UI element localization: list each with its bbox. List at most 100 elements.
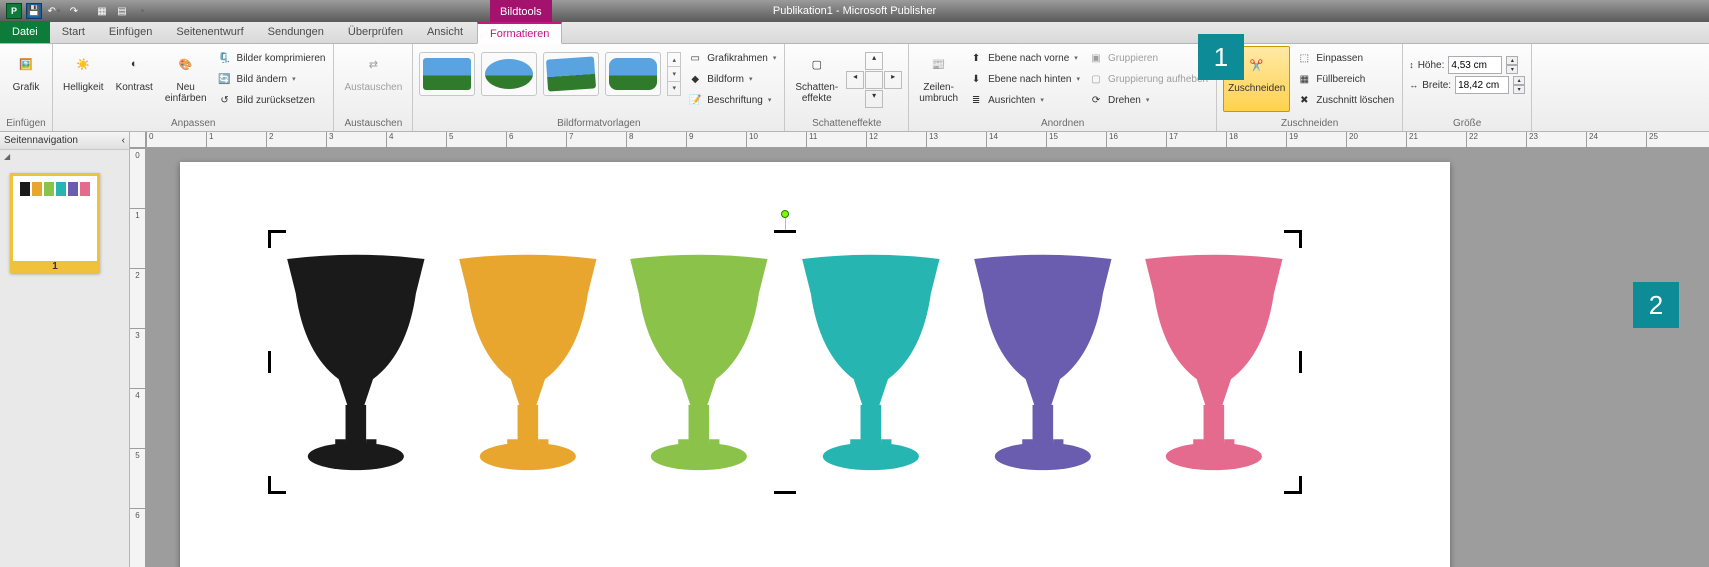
group-insert: 🖼️ Grafik Einfügen: [0, 44, 53, 131]
crop-handle-t[interactable]: [774, 230, 796, 233]
swap-icon: ⇄: [357, 48, 389, 80]
crop-handle-bl[interactable]: [268, 476, 286, 494]
callout-1: 1: [1198, 34, 1244, 80]
tab-file[interactable]: Datei: [0, 21, 50, 43]
group-styles-label: Bildformatvorlagen: [419, 118, 778, 131]
undo-button[interactable]: ↶▾: [46, 3, 62, 19]
nav-collapse-button[interactable]: ‹: [122, 135, 125, 146]
bring-forward-button[interactable]: ⬆ Ebene nach vorne▾: [966, 48, 1082, 68]
swap-button: ⇄ Austauschen: [340, 46, 406, 112]
bring-forward-label: Ebene nach vorne: [988, 53, 1069, 64]
brightness-button[interactable]: ☀️ Helligkeit: [59, 46, 108, 112]
ruler-vertical: 01234567: [130, 148, 146, 567]
height-spin[interactable]: ▴▾: [1506, 56, 1518, 74]
border-label: Grafikrahmen: [707, 53, 768, 64]
brightness-label: Helligkeit: [63, 82, 104, 93]
page-thumbnail-1[interactable]: 1: [10, 173, 100, 273]
qat-customize[interactable]: ▾: [134, 3, 150, 19]
group-size-label: Größe: [1409, 118, 1525, 131]
picture-caption-button[interactable]: 📝 Beschriftung▾: [685, 90, 778, 110]
wrap-label: Zeilen- umbruch: [919, 82, 958, 104]
contextual-tools-label: Bildtools: [490, 0, 552, 22]
tab-view[interactable]: Ansicht: [415, 21, 475, 43]
redo-button[interactable]: ↷: [66, 3, 82, 19]
shadow-nudge-pad[interactable]: ▴ ◂▸ ▾: [846, 46, 902, 108]
crop-handle-br[interactable]: [1284, 476, 1302, 494]
shadow-icon: ▢: [801, 48, 833, 80]
recolor-label: Neu einfärben: [165, 82, 207, 104]
crop-handle-tl[interactable]: [268, 230, 286, 248]
style-item[interactable]: [481, 52, 537, 96]
align-label: Ausrichten: [988, 95, 1035, 106]
picture-styles-gallery[interactable]: ▴▾▾: [419, 46, 681, 96]
change-picture-button[interactable]: 🔄 Bild ändern▾: [215, 69, 328, 89]
crop-handle-tr[interactable]: [1284, 230, 1302, 248]
width-input[interactable]: [1455, 76, 1509, 94]
rotate-button[interactable]: ⟳ Drehen▾: [1086, 90, 1210, 110]
group-adjust-label: Anpassen: [59, 118, 327, 131]
qat-custom-1[interactable]: ▦: [94, 3, 110, 19]
group-crop-label: Zuschneiden: [1223, 118, 1396, 131]
crop-icon: ✂️: [1241, 49, 1273, 81]
crop-handle-l[interactable]: [268, 351, 271, 373]
align-icon: ≣: [968, 92, 984, 108]
rotation-handle[interactable]: [781, 210, 789, 218]
align-button[interactable]: ≣ Ausrichten▾: [966, 90, 1082, 110]
page[interactable]: [180, 162, 1450, 567]
group-icon: ▣: [1088, 50, 1104, 66]
canvas[interactable]: 0123456789101112131415161718192021222324…: [130, 132, 1709, 567]
wrap-icon: 📰: [923, 48, 955, 80]
group-btn-label: Gruppieren: [1108, 53, 1158, 64]
group-shadow: ▢ Schatten- effekte ▴ ◂▸ ▾ Schatteneffek…: [785, 44, 909, 131]
width-control[interactable]: ↔ Breite: ▴▾: [1409, 76, 1525, 94]
crop-handle-b[interactable]: [774, 491, 796, 494]
tab-insert[interactable]: Einfügen: [97, 21, 164, 43]
picture-shape-button[interactable]: ◆ Bildform▾: [685, 69, 778, 89]
brightness-icon: ☀️: [67, 48, 99, 80]
reset-picture-button[interactable]: ↺ Bild zurücksetzen: [215, 90, 328, 110]
compress-pictures-button[interactable]: 🗜️ Bilder komprimieren: [215, 48, 328, 68]
tab-pagedesign[interactable]: Seitenentwurf: [164, 21, 255, 43]
tab-mailings[interactable]: Sendungen: [256, 21, 336, 43]
style-item[interactable]: [543, 52, 599, 96]
fit-button[interactable]: ⬚ Einpassen: [1294, 48, 1396, 68]
crop-handle-r[interactable]: [1299, 351, 1302, 373]
send-backward-button[interactable]: ⬇ Ebene nach hinten▾: [966, 69, 1082, 89]
insert-picture-button[interactable]: 🖼️ Grafik: [6, 46, 46, 112]
tab-review[interactable]: Überprüfen: [336, 21, 415, 43]
change-icon: 🔄: [217, 71, 233, 87]
contrast-button[interactable]: ◐ Kontrast: [112, 46, 157, 112]
ribbon: 🖼️ Grafik Einfügen ☀️ Helligkeit ◐ Kontr…: [0, 44, 1709, 132]
clear-crop-button[interactable]: ✖ Zuschnitt löschen: [1294, 90, 1396, 110]
shadow-button[interactable]: ▢ Schatten- effekte: [791, 46, 842, 112]
group-swap-label: Austauschen: [340, 118, 406, 131]
ribbon-tabs: Datei Start Einfügen Seitenentwurf Sendu…: [0, 22, 1709, 44]
style-item[interactable]: [605, 52, 661, 96]
shape-icon: ◆: [687, 71, 703, 87]
group-shadow-label: Schatteneffekte: [791, 118, 902, 131]
recolor-button[interactable]: 🎨 Neu einfärben: [161, 46, 211, 112]
app-icon[interactable]: P: [6, 3, 22, 19]
tab-format[interactable]: Formatieren: [477, 22, 562, 44]
selected-image[interactable]: [270, 232, 1300, 492]
qat-custom-2[interactable]: ▤: [114, 3, 130, 19]
height-control[interactable]: ↕ Höhe: ▴▾: [1409, 56, 1518, 74]
tab-start[interactable]: Start: [50, 21, 97, 43]
height-label: Höhe:: [1418, 60, 1445, 71]
image-content: [270, 232, 1300, 492]
ruler-corner: [130, 132, 146, 148]
gallery-scroll[interactable]: ▴▾▾: [667, 52, 681, 96]
group-adjust: ☀️ Helligkeit ◐ Kontrast 🎨 Neu einfärben…: [53, 44, 334, 131]
group-size: ↕ Höhe: ▴▾ ↔ Breite: ▴▾ Größe: [1403, 44, 1532, 131]
border-icon: ▭: [687, 50, 703, 66]
picture-border-button[interactable]: ▭ Grafikrahmen▾: [685, 48, 778, 68]
width-spin[interactable]: ▴▾: [1513, 76, 1525, 94]
height-input[interactable]: [1448, 56, 1502, 74]
wrap-text-button[interactable]: 📰 Zeilen- umbruch: [915, 46, 962, 112]
shadow-label: Schatten- effekte: [795, 82, 838, 104]
width-label: Breite:: [1422, 80, 1451, 91]
save-button[interactable]: 💾: [26, 3, 42, 19]
group-arrange: 📰 Zeilen- umbruch ⬆ Ebene nach vorne▾ ⬇ …: [909, 44, 1217, 131]
fill-button[interactable]: ▦ Füllbereich: [1294, 69, 1396, 89]
style-item[interactable]: [419, 52, 475, 96]
